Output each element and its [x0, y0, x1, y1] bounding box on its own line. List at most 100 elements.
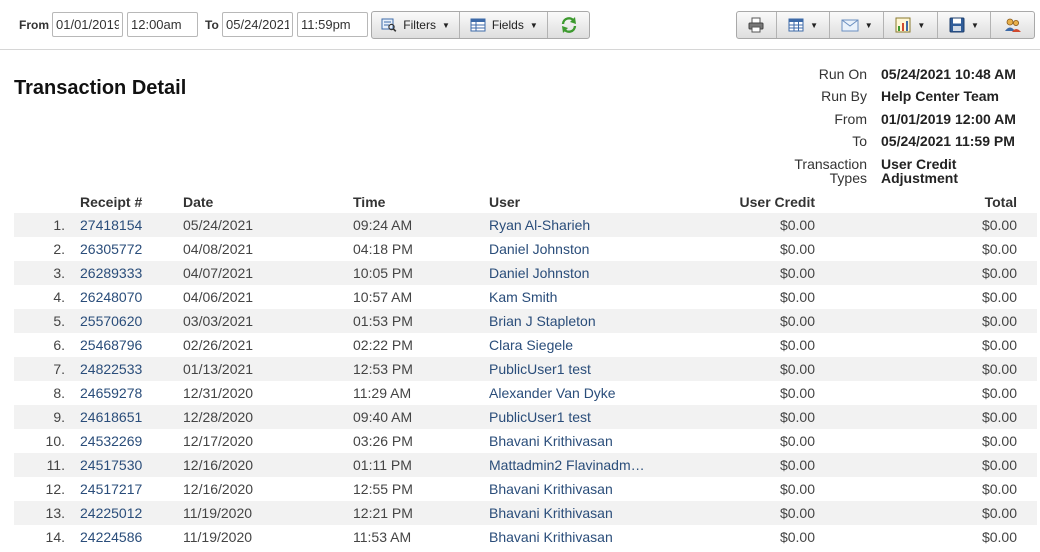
user-credit-cell: $0.00 [779, 385, 815, 401]
date-cell: 03/03/2021 [183, 313, 254, 329]
user-link[interactable]: Mattadmin2 Flavinadm… [489, 457, 645, 473]
table-row: 1. 27418154 05/24/2021 09:24 AM Ryan Al-Shar… [14, 213, 1037, 237]
filters-button[interactable]: Filters ▼ [372, 12, 461, 38]
receipt-link[interactable]: 27418154 [80, 217, 142, 233]
time-cell: 11:53 AM [353, 529, 412, 545]
to-time-input[interactable] [297, 12, 368, 37]
user-link[interactable]: Ryan Al-Sharieh [489, 217, 590, 233]
receipt-link[interactable]: 24659278 [80, 385, 142, 401]
grid-view-button[interactable]: ▼ [777, 12, 831, 38]
user-link[interactable]: Daniel Johnston [489, 265, 589, 281]
total-cell: $0.00 [981, 409, 1017, 425]
to-label: To [205, 18, 219, 32]
date-cell: 12/16/2020 [183, 481, 254, 497]
user-credit-cell: $0.00 [779, 529, 815, 545]
chevron-down-icon: ▼ [441, 20, 450, 30]
col-header-receipt[interactable]: Receipt # [80, 194, 142, 210]
fields-label: Fields [491, 18, 524, 32]
col-header-user-credit[interactable]: User Credit [740, 194, 815, 210]
receipt-link[interactable]: 25570620 [80, 313, 142, 329]
col-header-time[interactable]: Time [353, 194, 385, 210]
table-row: 12. 24517217 12/16/2020 12:55 PM Bhavani Kri… [14, 477, 1037, 501]
meta-key: To [852, 133, 867, 149]
user-link[interactable]: Alexander Van Dyke [489, 385, 616, 401]
date-cell: 12/17/2020 [183, 433, 254, 449]
date-cell: 04/08/2021 [183, 241, 254, 257]
meta-value: 05/24/2021 11:59 PM [881, 133, 1015, 149]
user-link[interactable]: Brian J Stapleton [489, 313, 596, 329]
chart-button[interactable]: ▼ [884, 12, 938, 38]
receipt-link[interactable]: 24517530 [80, 457, 142, 473]
user-link[interactable]: Bhavani Krithivasan [489, 481, 613, 497]
table-row: 7. 24822533 01/13/2021 12:53 PM PublicUser1 … [14, 357, 1037, 381]
total-cell: $0.00 [981, 529, 1017, 545]
date-cell: 12/28/2020 [183, 409, 254, 425]
meta-value-line: User Credit [881, 156, 957, 172]
receipt-link[interactable]: 25468796 [80, 337, 142, 353]
row-number: 12. [45, 481, 65, 497]
row-number: 6. [53, 337, 65, 353]
table-row: 13. 24225012 11/19/2020 12:21 PM Bhavani Kri… [14, 501, 1037, 525]
total-cell: $0.00 [981, 337, 1017, 353]
row-number: 8. [53, 385, 65, 401]
user-link[interactable]: PublicUser1 test [489, 409, 591, 425]
receipt-link[interactable]: 26305772 [80, 241, 142, 257]
user-credit-cell: $0.00 [779, 241, 815, 257]
receipt-link[interactable]: 24517217 [80, 481, 142, 497]
row-number: 1. [53, 217, 65, 233]
meta-key: Run By [821, 88, 867, 104]
col-header-user[interactable]: User [489, 194, 520, 210]
total-cell: $0.00 [981, 313, 1017, 329]
user-credit-cell: $0.00 [779, 337, 815, 353]
receipt-link[interactable]: 24618651 [80, 409, 142, 425]
total-cell: $0.00 [981, 241, 1017, 257]
total-cell: $0.00 [981, 433, 1017, 449]
table-row: 5. 25570620 03/03/2021 01:53 PM Brian J Stap… [14, 309, 1037, 333]
date-cell: 11/19/2020 [183, 529, 253, 545]
email-button[interactable]: ▼ [830, 12, 885, 38]
date-cell: 12/31/2020 [183, 385, 254, 401]
meta-key-transaction-types: Transaction Types [794, 157, 867, 185]
user-link[interactable]: Bhavani Krithivasan [489, 529, 613, 545]
from-label: From [19, 18, 49, 32]
report-toolbar: From To Filters ▼ [0, 0, 1040, 50]
receipt-link[interactable]: 26248070 [80, 289, 142, 305]
user-link[interactable]: Kam Smith [489, 289, 557, 305]
total-cell: $0.00 [981, 481, 1017, 497]
user-credit-cell: $0.00 [779, 457, 815, 473]
share-users-button[interactable] [991, 12, 1034, 38]
time-cell: 10:57 AM [353, 289, 413, 305]
save-button[interactable]: ▼ [938, 12, 992, 38]
print-button[interactable] [737, 12, 777, 38]
time-cell: 04:18 PM [353, 241, 413, 257]
from-time-input[interactable] [127, 12, 198, 37]
total-cell: $0.00 [981, 457, 1017, 473]
refresh-button[interactable] [548, 12, 589, 38]
row-number: 14. [45, 529, 65, 545]
user-link[interactable]: Daniel Johnston [489, 241, 589, 257]
col-header-total[interactable]: Total [985, 194, 1017, 210]
user-credit-cell: $0.00 [779, 505, 815, 521]
envelope-icon [841, 19, 859, 32]
receipt-link[interactable]: 24225012 [80, 505, 142, 521]
receipt-link[interactable]: 24822533 [80, 361, 142, 377]
receipt-link[interactable]: 24224586 [80, 529, 142, 545]
chevron-down-icon: ▼ [810, 20, 819, 30]
meta-key: From [834, 111, 867, 127]
floppy-disk-icon [949, 17, 965, 33]
user-link[interactable]: Bhavani Krithivasan [489, 505, 613, 521]
user-link[interactable]: PublicUser1 test [489, 361, 591, 377]
fields-button[interactable]: Fields ▼ [460, 12, 549, 38]
meta-key-line: Types [829, 170, 867, 186]
refresh-arrows-icon [560, 16, 578, 34]
date-cell: 01/13/2021 [183, 361, 254, 377]
from-date-input[interactable] [52, 12, 123, 37]
col-header-date[interactable]: Date [183, 194, 213, 210]
to-date-input[interactable] [222, 12, 293, 37]
table-row: 10. 24532269 12/17/2020 03:26 PM Bhavani Kri… [14, 429, 1037, 453]
user-link[interactable]: Bhavani Krithivasan [489, 433, 613, 449]
receipt-link[interactable]: 24532269 [80, 433, 142, 449]
time-cell: 11:29 AM [353, 385, 412, 401]
user-link[interactable]: Clara Siegele [489, 337, 573, 353]
receipt-link[interactable]: 26289333 [80, 265, 142, 281]
